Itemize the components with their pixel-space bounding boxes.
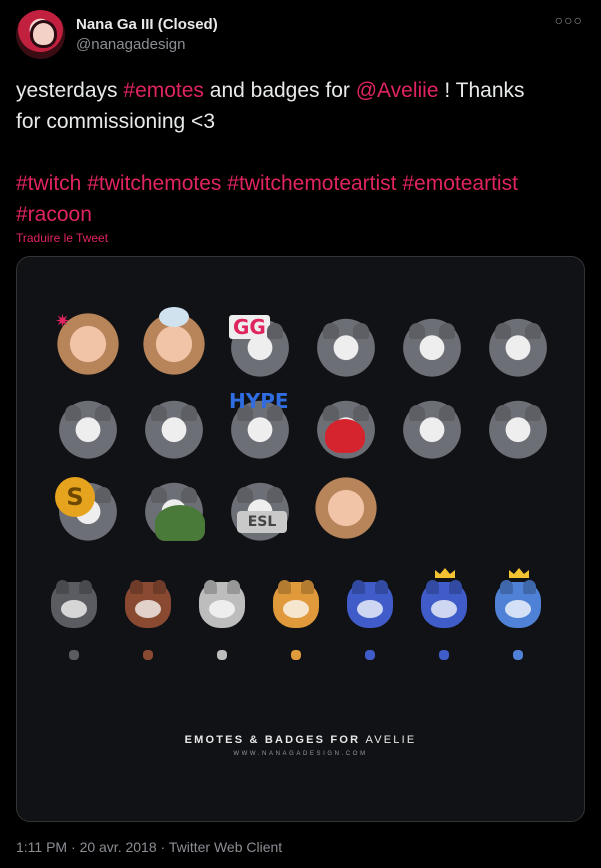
badge-small-6 [439,650,449,660]
text-segment: ! Thanks [438,79,525,102]
emote-girl-hat [309,471,383,545]
mention-aveliie[interactable]: @Aveliie [356,79,439,102]
badge-tier-2 [125,582,171,628]
ellipsis-icon[interactable]: ○○○ [555,12,583,28]
text-segment: yesterdays [16,79,124,102]
emote-racoon-cookie [481,307,555,381]
emote-racoon-turtle [137,471,211,545]
tweet-client[interactable]: Twitter Web Client [169,839,282,855]
hashtag-emotes[interactable]: #emotes [123,79,204,102]
hashtag-twitch[interactable]: #twitch [16,172,81,195]
hashtag-twitchemotes[interactable]: #twitchemotes [87,172,221,195]
emote-girl-rage: ✷ [51,307,125,381]
emote-racoon-ko [395,307,469,381]
separator: · [156,839,169,855]
gg-sign: GG [229,315,270,339]
badge-tier-4 [273,582,319,628]
turtle-shell-icon [155,505,205,541]
anger-icon: ✷ [55,311,71,332]
tweet-text: yesterdays #emotes and badges for @Aveli… [16,75,586,230]
avatar[interactable] [16,10,65,59]
emote-racoon-wave [309,307,383,381]
tweet-line-2: for commissioning <3 [16,110,215,133]
caption-name: AVELIE [365,734,417,746]
tweet-meta: 1:11 PM · 20 avr. 2018 · Twitter Web Cli… [16,839,282,855]
image-caption: EMOTES & BADGES FOR AVELIE [17,734,584,746]
hashtag-emoteartist[interactable]: #emoteartist [402,172,518,195]
emote-racoon-esl: ESL [223,471,297,545]
hype-text: HYPE [229,389,289,413]
author-display-name[interactable]: Nana Ga III (Closed) [76,16,218,33]
snow-pile-icon [159,307,189,327]
emote-racoon-peek [481,389,555,463]
badge-tier-1 [51,582,97,628]
tweet-date[interactable]: 20 avr. 2018 [80,839,157,855]
badge-tier-6 [421,568,467,628]
emote-racoon-hype: HYPE [223,389,297,463]
emote-racoon-cry [137,389,211,463]
esl-sign: ESL [237,511,287,533]
author-handle[interactable]: @nanagadesign [76,36,185,53]
badge-small-2 [143,650,153,660]
badge-tier-7 [495,568,541,628]
image-site-url: WWW.NANAGADESIGN.COM [233,751,368,757]
emote-racoon-coin: S [51,471,125,545]
separator: · [67,839,80,855]
badge-tier-3 [199,582,245,628]
badge-small-7 [513,650,523,660]
heart-icon [325,419,365,453]
hashtag-line-2: #racoon [16,199,586,230]
coin-icon: S [55,477,95,517]
badge-small-3 [217,650,227,660]
crown-icon [435,568,455,578]
badge-small-4 [291,650,301,660]
emote-racoon-sob [395,389,469,463]
tweet-time[interactable]: 1:11 PM [16,839,67,855]
text-segment: and badges for [203,79,356,102]
emote-girl-snow [137,307,211,381]
emote-racoon-heart [309,389,383,463]
badge-small-5 [365,650,375,660]
tweet-media-image[interactable]: ✷ GG HYPE S ESL EMOTES & BADGES FOR AVEL… [16,256,585,822]
badge-tier-5 [347,582,393,628]
hashtag-twitchemoteartist[interactable]: #twitchemoteartist [227,172,396,195]
badge-small-1 [69,650,79,660]
tweet-header: Nana Ga III (Closed) @nanagadesign ○○○ [16,10,585,62]
translate-tweet-link[interactable]: Traduire le Tweet [16,231,108,245]
hashtag-line: #twitch #twitchemotes #twitchemoteartist… [16,168,586,199]
emote-racoon-blush [51,389,125,463]
crown-icon [509,568,529,578]
hashtag-racoon[interactable]: #racoon [16,203,92,226]
caption-text: EMOTES & BADGES FOR [184,734,366,746]
emote-racoon-gg: GG [223,307,297,381]
tweet-line-1: yesterdays #emotes and badges for @Aveli… [16,75,586,106]
